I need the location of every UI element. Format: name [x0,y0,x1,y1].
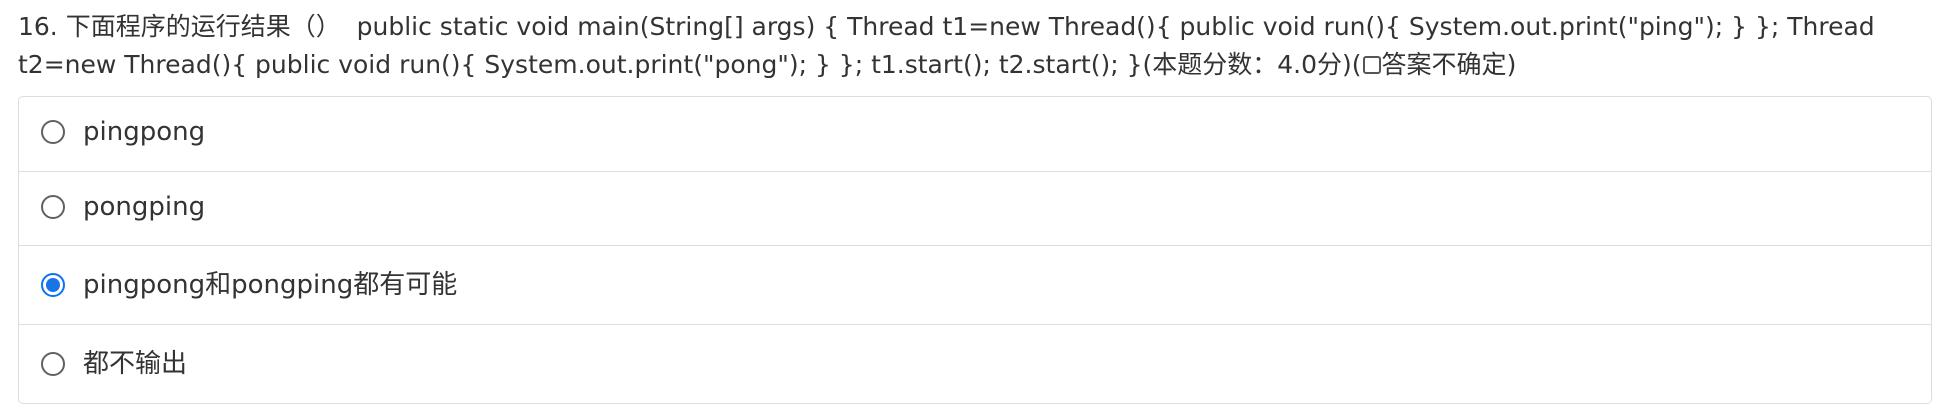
question-text: 16. 下面程序的运行结果（） public static void main(… [18,8,1928,84]
unsure-close-paren: ) [1506,50,1517,79]
option-b-label[interactable]: pongping [83,190,205,224]
option-a[interactable]: pingpong [19,97,1931,171]
answer-options: pingpong pongping pingpong和pongping都有可能 … [18,96,1932,404]
unsure-checkbox[interactable] [1362,56,1381,74]
option-d-radio[interactable] [41,352,65,376]
option-c-label[interactable]: pingpong和pongping都有可能 [83,268,457,302]
question-title: 下面程序的运行结果（） [65,12,341,41]
option-a-radio[interactable] [41,120,65,144]
option-b-radio[interactable] [41,195,65,219]
option-c[interactable]: pingpong和pongping都有可能 [19,245,1931,324]
option-c-radio[interactable] [41,273,65,297]
unsure-label[interactable]: 答案不确定 [1382,50,1507,79]
unsure-toggle[interactable]: ( 答案不确定) [1352,50,1517,79]
option-b[interactable]: pongping [19,171,1931,245]
unsure-open-paren: ( [1351,50,1362,79]
question-number: 16. [18,12,58,41]
question-score: (本题分数：4.0分) [1142,50,1352,79]
option-a-label[interactable]: pingpong [83,115,205,149]
option-d-label[interactable]: 都不输出 [83,347,187,381]
option-d[interactable]: 都不输出 [19,324,1931,403]
